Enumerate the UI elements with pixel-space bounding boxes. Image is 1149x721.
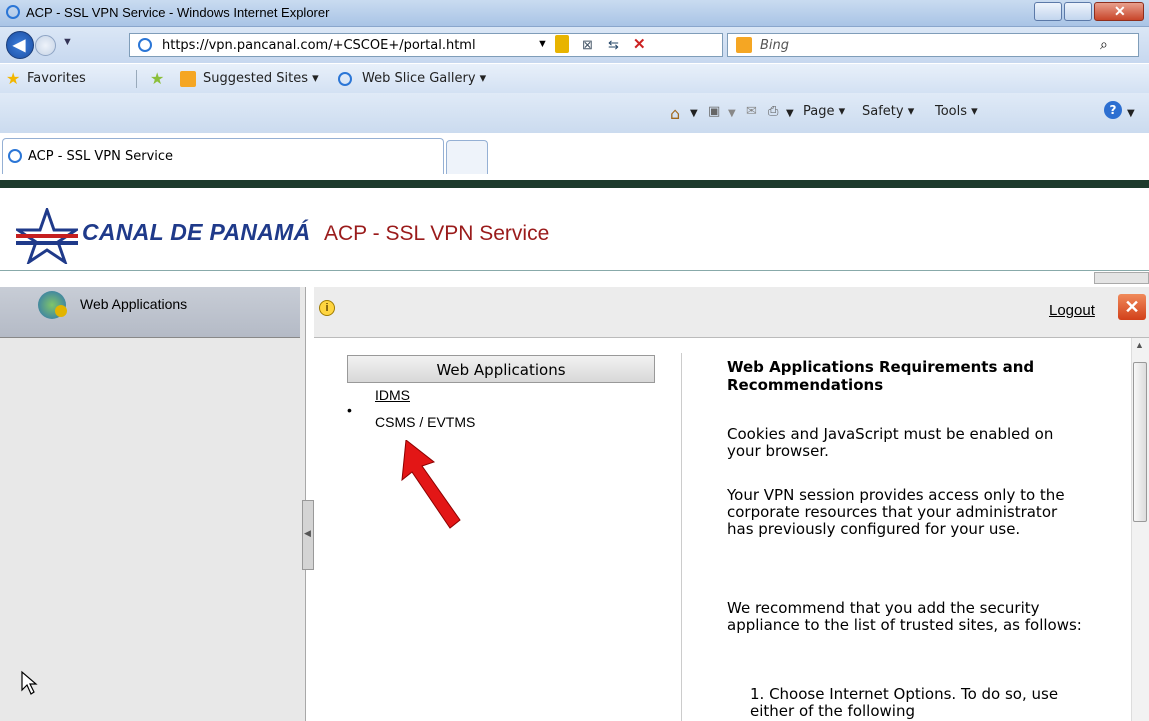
suggested-sites-link[interactable]: Suggested Sites ▾	[203, 71, 319, 86]
favorites-button[interactable]: Favorites	[27, 71, 86, 86]
close-window-button[interactable]: ✕	[1094, 2, 1144, 21]
back-arrow-icon: ◀	[13, 37, 26, 54]
left-navigation-pane	[0, 287, 306, 721]
logout-link[interactable]: Logout	[1049, 302, 1095, 319]
red-pointer-arrow-icon	[401, 440, 461, 529]
favorites-star-icon: ★	[6, 71, 21, 88]
search-icon[interactable]: ⌕	[1100, 36, 1108, 53]
minimize-button[interactable]	[1034, 2, 1062, 21]
print-dropdown-icon[interactable]: ▼	[786, 108, 794, 119]
forward-button[interactable]	[35, 35, 56, 56]
search-input[interactable]: Bing ⌕	[727, 33, 1139, 57]
sidebar-item-label: Web Applications	[80, 296, 188, 312]
bing-icon	[736, 37, 752, 53]
url-text: https://vpn.pancanal.com/+CSCOE+/portal.…	[162, 38, 476, 53]
favorites-bar: ★ Favorites ★ Suggested Sites ▾ Web Slic…	[0, 64, 1149, 93]
mouse-cursor-icon	[21, 670, 38, 695]
address-toolbar: ◀ ▼ https://vpn.pancanal.com/+CSCOE+/por…	[0, 27, 1149, 63]
address-input[interactable]: https://vpn.pancanal.com/+CSCOE+/portal.…	[129, 33, 723, 57]
pane-splitter[interactable]: ◀	[302, 500, 314, 570]
home-icon[interactable]: ⌂	[670, 104, 680, 123]
new-tab-button[interactable]	[446, 140, 488, 174]
lock-icon[interactable]	[555, 35, 569, 53]
idms-link[interactable]: IDMS	[375, 387, 410, 403]
feeds-icon[interactable]: ▣	[708, 104, 720, 119]
suggested-sites-icon	[180, 71, 196, 87]
help-icon[interactable]: ?	[1104, 101, 1122, 119]
help-dropdown-icon[interactable]: ▼	[1127, 108, 1135, 119]
header-divider	[0, 270, 1149, 271]
web-applications-heading: Web Applications	[347, 355, 655, 383]
header-accent-bar	[0, 180, 1149, 188]
logout-close-icon[interactable]: ✕	[1118, 294, 1146, 320]
address-dropdown-icon[interactable]: ▼	[537, 38, 548, 50]
requirements-title: Web Applications Requirements and Recomm…	[727, 358, 1035, 394]
safety-menu[interactable]: Safety ▾	[862, 104, 914, 119]
collapse-header-button[interactable]	[1094, 272, 1149, 284]
requirements-paragraph: Cookies and JavaScript must be enabled o…	[727, 425, 1054, 460]
close-icon: ✕	[1114, 3, 1126, 19]
back-button[interactable]: ◀	[6, 31, 34, 59]
window-title-bar: ACP - SSL VPN Service - Windows Internet…	[0, 0, 1149, 27]
feeds-dropdown-icon[interactable]: ▼	[728, 108, 736, 119]
compatibility-icon[interactable]: ⊠	[582, 37, 593, 53]
requirements-paragraph: We recommend that you add the security a…	[727, 599, 1082, 634]
list-bullet: •	[347, 402, 352, 418]
scrollbar-thumb[interactable]	[1133, 362, 1147, 522]
search-placeholder: Bing	[760, 38, 790, 53]
mail-icon[interactable]: ✉	[746, 104, 757, 119]
refresh-icon[interactable]: ⇆	[608, 37, 619, 53]
restore-button[interactable]	[1064, 2, 1092, 21]
separator	[136, 70, 137, 88]
page-icon	[138, 38, 152, 52]
ie-logo-icon	[6, 5, 20, 19]
home-dropdown-icon[interactable]: ▼	[690, 108, 698, 119]
add-favorite-icon[interactable]: ★	[150, 69, 164, 89]
history-dropdown-icon[interactable]: ▼	[62, 36, 73, 48]
page-menu[interactable]: Page ▾	[803, 104, 845, 119]
web-slice-gallery-link[interactable]: Web Slice Gallery ▾	[362, 71, 486, 86]
info-icon[interactable]: i	[319, 300, 335, 316]
tools-menu[interactable]: Tools ▾	[935, 104, 978, 119]
canal-star-logo	[16, 208, 78, 264]
print-icon[interactable]: ⎙	[768, 104, 778, 119]
collapse-arrow-icon: ◀	[304, 528, 311, 538]
column-divider	[681, 353, 682, 721]
requirements-paragraph: Your VPN session provides access only to…	[727, 486, 1065, 538]
window-title: ACP - SSL VPN Service - Windows Internet…	[26, 5, 330, 20]
csms-evtms-link[interactable]: CSMS / EVTMS	[375, 414, 475, 430]
web-slice-icon	[338, 72, 352, 86]
requirements-step: 1. Choose Internet Options. To do so, us…	[750, 685, 1059, 720]
service-title: ACP - SSL VPN Service	[324, 222, 550, 245]
gear-icon	[55, 305, 67, 317]
tab-label: ACP - SSL VPN Service	[28, 149, 174, 164]
sidebar-item-web-applications[interactable]: Web Applications	[0, 287, 300, 338]
content-toolbar	[314, 287, 1149, 338]
scroll-up-icon[interactable]: ▲	[1135, 340, 1144, 350]
tab-acp-ssl-vpn[interactable]: ACP - SSL VPN Service	[2, 138, 444, 174]
stop-icon[interactable]: ✕	[633, 35, 646, 53]
tab-page-icon	[8, 149, 22, 163]
brand-name: CANAL DE PANAMÁ	[82, 219, 311, 245]
